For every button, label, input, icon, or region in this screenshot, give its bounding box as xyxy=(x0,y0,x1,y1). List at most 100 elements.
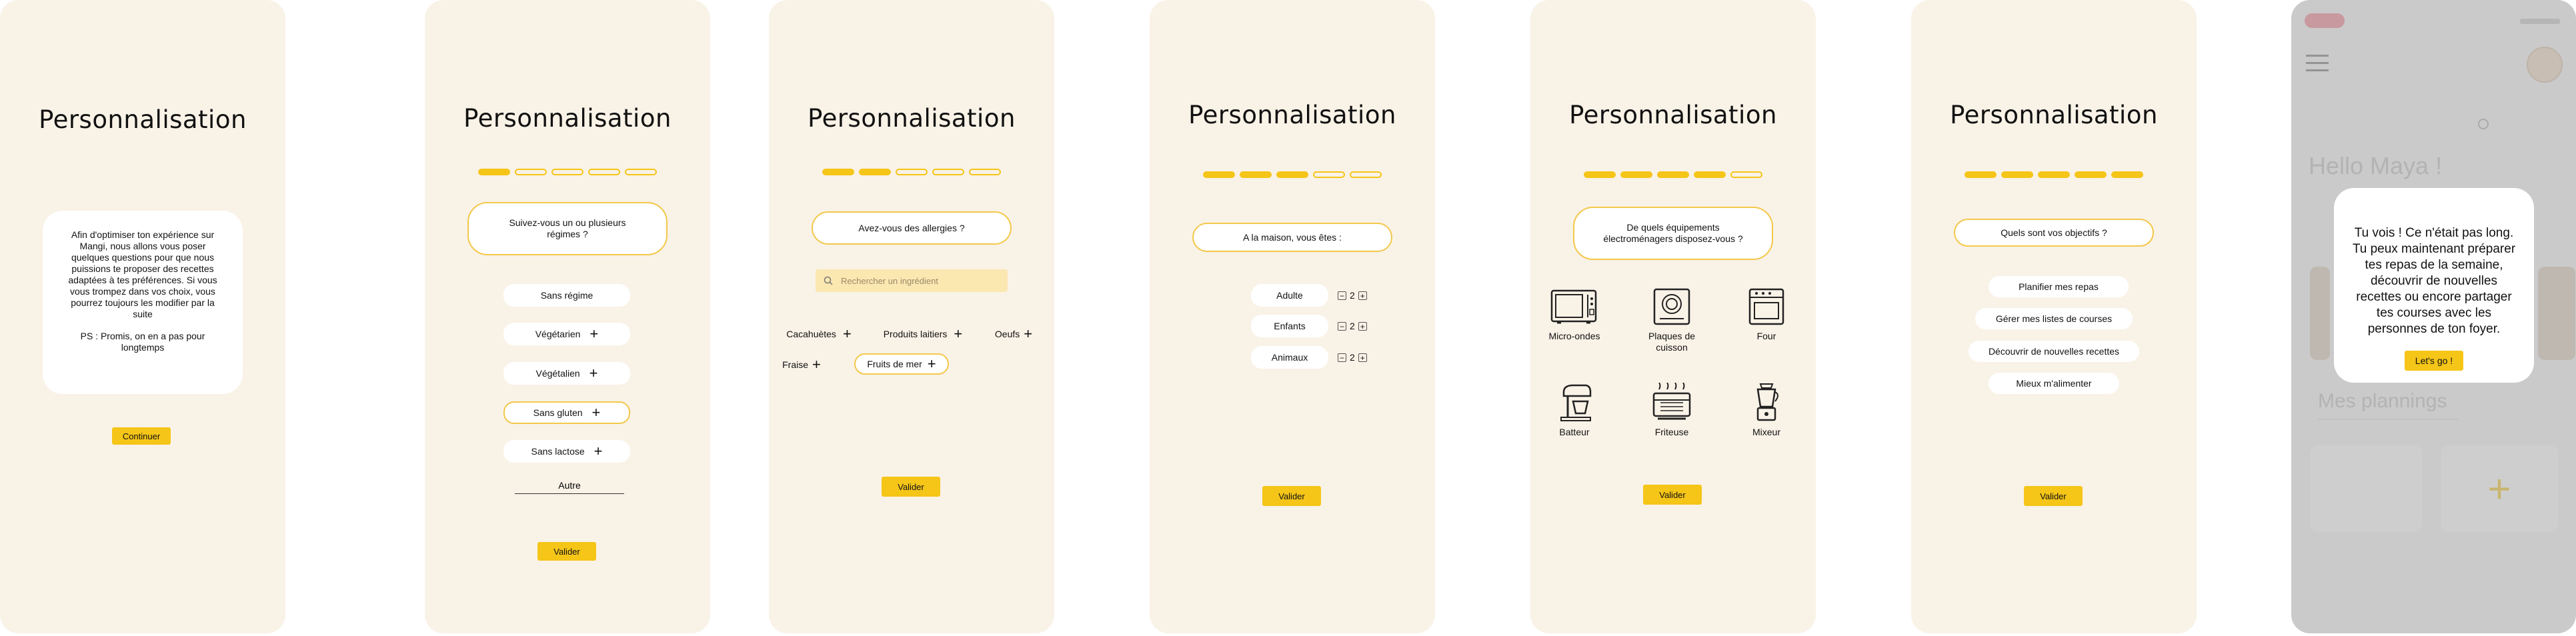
page-title: Personnalisation xyxy=(808,104,1016,133)
progress-segment xyxy=(478,169,510,175)
popup-text: Tu vois ! Ce n'était pas long. Tu peux m… xyxy=(2352,226,2516,336)
plus-icon: + xyxy=(589,325,599,342)
validate-button[interactable]: Valider xyxy=(1262,486,1321,506)
count-stepper[interactable]: − 2 + xyxy=(1338,290,1367,301)
count-stepper[interactable]: − 2 + xyxy=(1338,321,1367,331)
option-label: Sans gluten xyxy=(533,407,583,418)
other-diet-input[interactable] xyxy=(515,477,624,494)
appliance-option[interactable]: Plaques de cuisson xyxy=(1632,288,1712,353)
intro-text: Afin d'optimiser ton expérience sur Mang… xyxy=(68,229,217,319)
page-title: Personnalisation xyxy=(1188,101,1396,129)
page-title: Personnalisation xyxy=(39,105,247,134)
diet-option[interactable]: Sans lactose + xyxy=(503,440,630,463)
plus-button[interactable]: + xyxy=(1358,353,1367,362)
intro-ps: PS : Promis, on en a pas pour longtemps xyxy=(80,331,205,353)
intro-card: Afin d'optimiser ton expérience sur Mang… xyxy=(43,211,243,394)
goal-option[interactable]: Planifier mes repas xyxy=(1989,276,2129,297)
count-value: 2 xyxy=(1350,352,1355,363)
welcome-popup: Tu vois ! Ce n'était pas long. Tu peux m… xyxy=(2334,188,2534,383)
allergy-option[interactable]: Fraise + xyxy=(778,353,825,376)
appliance-option[interactable]: Micro-ondes xyxy=(1534,288,1614,342)
option-label: Sans lactose xyxy=(531,446,585,457)
question-bubble: De quels équipements électroménagers dis… xyxy=(1573,207,1773,260)
count-stepper[interactable]: − 2 + xyxy=(1338,352,1367,363)
progress-segment xyxy=(969,169,1001,175)
appliance-label: Four xyxy=(1756,331,1776,341)
member-label: Enfants xyxy=(1251,315,1328,337)
allergy-option[interactable]: Cacahuètes + xyxy=(778,323,860,345)
appliance-option[interactable]: Batteur xyxy=(1534,383,1614,438)
question-bubble: Avez-vous des allergies ? xyxy=(812,211,1012,245)
appliance-option[interactable]: Four xyxy=(1726,288,1806,342)
progress-segment xyxy=(625,169,657,175)
ingredient-search[interactable] xyxy=(816,269,1008,292)
plus-icon: + xyxy=(927,355,936,372)
allergy-option[interactable]: Produits laitiers + xyxy=(873,323,973,345)
progress-segment xyxy=(1730,171,1762,178)
goals-screen: Personnalisation Quels sont vos objectif… xyxy=(1911,0,2197,633)
diet-option-selected[interactable]: Sans gluten + xyxy=(503,401,630,424)
question-bubble: Quels sont vos objectifs ? xyxy=(1954,219,2154,247)
option-label: Sans régime xyxy=(540,290,593,301)
intro-screen: Personnalisation Afin d'optimiser ton ex… xyxy=(0,0,285,633)
goal-option[interactable]: Découvrir de nouvelles recettes xyxy=(1969,341,2139,362)
diet-option[interactable]: Végétarien + xyxy=(503,323,630,345)
appliance-label: Batteur xyxy=(1559,427,1590,437)
search-input[interactable] xyxy=(840,275,989,287)
option-label: Cacahuètes xyxy=(786,329,836,339)
appliance-option[interactable]: Mixeur xyxy=(1726,383,1806,438)
stand-mixer-icon xyxy=(1560,384,1592,421)
fryer-icon xyxy=(1652,383,1691,420)
validate-button[interactable]: Valider xyxy=(537,542,596,561)
minus-button[interactable]: − xyxy=(1338,321,1346,331)
search-icon xyxy=(824,276,833,285)
minus-button[interactable]: − xyxy=(1338,353,1346,362)
validate-button[interactable]: Valider xyxy=(1643,485,1702,505)
goal-option[interactable]: Gérer mes listes de courses xyxy=(1975,308,2133,329)
progress-segment xyxy=(515,169,547,175)
progress-segment xyxy=(1313,171,1345,178)
appliance-option[interactable]: Friteuse xyxy=(1632,383,1712,438)
validate-button[interactable]: Valider xyxy=(882,477,940,497)
count-value: 2 xyxy=(1350,321,1355,331)
validate-button[interactable]: Valider xyxy=(2024,486,2083,506)
progress-segment xyxy=(1276,171,1308,178)
lets-go-button[interactable]: Let's go ! xyxy=(2405,351,2463,371)
progress-bar xyxy=(425,169,710,175)
plus-icon: + xyxy=(1024,325,1033,342)
progress-segment xyxy=(1584,171,1616,178)
member-row: Animaux − 2 + xyxy=(1251,346,1367,369)
minus-button[interactable]: − xyxy=(1338,291,1346,300)
progress-bar xyxy=(1911,171,2197,178)
plus-icon: + xyxy=(593,443,603,459)
goal-option[interactable]: Mieux m'alimenter xyxy=(1989,373,2119,394)
member-label: Animaux xyxy=(1251,346,1328,369)
allergy-option[interactable]: Oeufs + xyxy=(987,323,1040,345)
progress-bar xyxy=(1530,171,1816,178)
option-label: Végétalien xyxy=(535,368,580,379)
plus-button[interactable]: + xyxy=(1358,291,1367,300)
cooktop-icon xyxy=(1653,288,1690,325)
appliance-label: Friteuse xyxy=(1654,427,1689,437)
home-screen: Hello Maya ! Mes plannings + Tu vois ! C… xyxy=(2291,0,2576,633)
page-title: Personnalisation xyxy=(463,104,672,133)
option-label: Produits laitiers xyxy=(883,329,948,339)
progress-segment xyxy=(2038,171,2070,178)
plus-icon: + xyxy=(842,325,852,342)
progress-segment xyxy=(2111,171,2143,178)
page-title: Personnalisation xyxy=(1569,101,1777,129)
progress-segment xyxy=(932,169,964,175)
progress-segment xyxy=(2075,171,2107,178)
allergy-option-selected[interactable]: Fruits de mer + xyxy=(854,353,949,375)
diet-option[interactable]: Sans régime xyxy=(503,284,630,307)
option-label: Fraise xyxy=(782,359,809,370)
progress-segment xyxy=(1965,171,1997,178)
diet-option[interactable]: Végétalien + xyxy=(503,362,630,385)
option-label: Végétarien xyxy=(535,329,581,339)
count-value: 2 xyxy=(1350,290,1355,301)
plus-icon: + xyxy=(591,404,601,421)
blender-icon xyxy=(1756,383,1778,421)
plus-button[interactable]: + xyxy=(1358,321,1367,331)
oven-icon xyxy=(1748,288,1784,325)
continue-button[interactable]: Continuer xyxy=(112,427,171,445)
